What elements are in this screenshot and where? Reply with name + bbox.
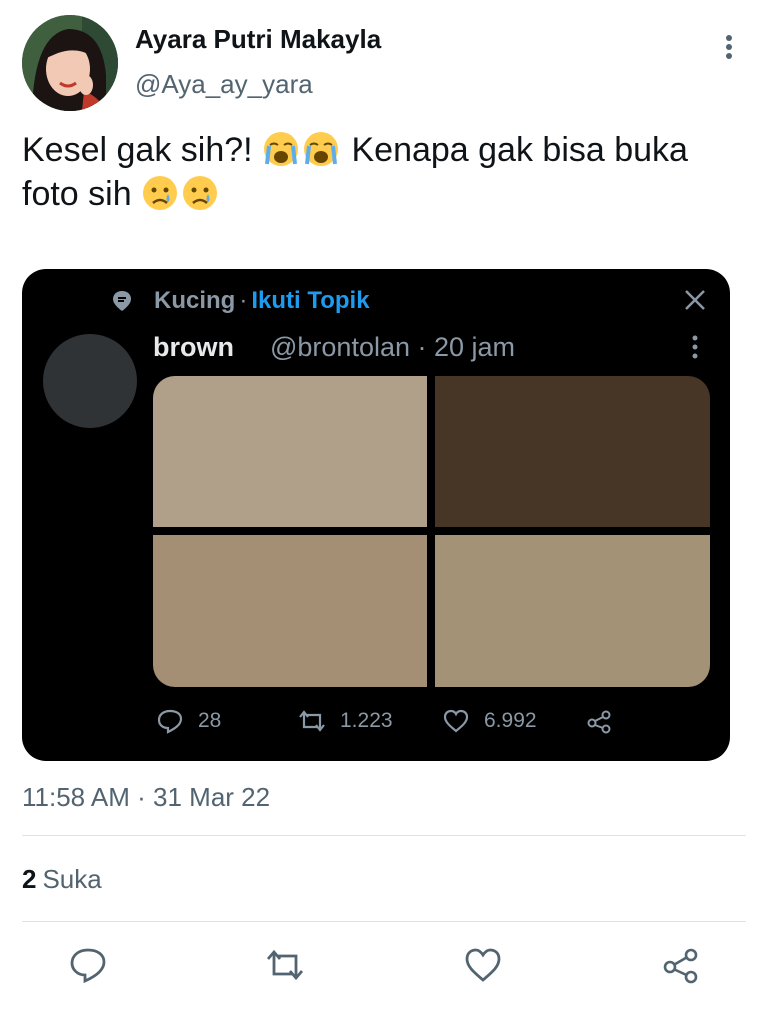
embedded-screenshot[interactable]: Kucing · Ikuti Topik brown @brontolan · … xyxy=(22,269,730,761)
likes-label: Suka xyxy=(42,864,102,894)
tweet-text-part: foto sih xyxy=(22,175,142,213)
reply-button[interactable] xyxy=(68,945,108,985)
photo-3[interactable] xyxy=(153,535,427,687)
like-icon xyxy=(465,948,501,982)
topic-row: Kucing · Ikuti Topik xyxy=(110,285,370,317)
tweet-action-bar xyxy=(0,945,769,989)
crying-face-icon xyxy=(141,174,179,212)
likes-stat[interactable]: 2 Suka xyxy=(22,864,102,895)
embed-author-avatar[interactable] xyxy=(43,334,137,428)
photo-grid xyxy=(153,376,710,687)
embed-like-count: 6.992 xyxy=(484,709,537,732)
reply-icon xyxy=(70,948,106,984)
embed-reply-button[interactable]: 28 xyxy=(156,706,221,736)
follow-topic-link[interactable]: Ikuti Topik xyxy=(251,287,369,315)
embed-author-name[interactable]: brown xyxy=(153,332,234,363)
divider xyxy=(22,835,746,836)
author-avatar[interactable] xyxy=(22,15,118,111)
crying-face-icon xyxy=(181,174,219,212)
retweet-button[interactable] xyxy=(265,945,305,985)
tweet-timestamp[interactable]: 11:58 AM · 31 Mar 22 xyxy=(22,782,270,813)
photo-2[interactable] xyxy=(435,376,710,527)
more-vertical-icon[interactable] xyxy=(685,333,705,361)
embed-author-meta: @brontolan · 20 jam xyxy=(270,331,516,362)
photo-1[interactable] xyxy=(153,376,427,527)
embed-share-button[interactable] xyxy=(586,706,614,736)
author-handle[interactable]: @Aya_ay_yara xyxy=(135,69,313,100)
share-button[interactable] xyxy=(661,945,701,985)
embed-retweet-button[interactable]: 1.223 xyxy=(298,706,393,736)
tweet-text-part: Kenapa gak bisa buka xyxy=(342,131,688,169)
divider xyxy=(22,921,746,922)
likes-count: 2 xyxy=(22,864,37,894)
retweet-icon xyxy=(299,710,325,732)
close-icon[interactable] xyxy=(682,287,708,313)
embed-retweet-count: 1.223 xyxy=(340,709,393,732)
loudly-crying-face-icon xyxy=(262,130,300,168)
tweet-text-part: Kesel gak sih?! xyxy=(22,131,263,169)
share-icon xyxy=(663,948,698,984)
author-display-name[interactable]: Ayara Putri Makayla xyxy=(135,24,381,55)
like-icon xyxy=(443,709,469,733)
embed-like-button[interactable]: 6.992 xyxy=(442,706,537,736)
embed-author-row: brown @brontolan · 20 jam xyxy=(153,329,515,365)
loudly-crying-face-icon xyxy=(302,130,340,168)
photo-4[interactable] xyxy=(435,535,710,687)
like-button[interactable] xyxy=(463,945,503,985)
retweet-icon xyxy=(266,949,304,981)
share-icon xyxy=(587,710,611,734)
topic-name[interactable]: Kucing xyxy=(154,287,235,315)
tweet-text: Kesel gak sih?! Kenapa gak bisa buka fot… xyxy=(22,128,752,216)
more-vertical-icon[interactable] xyxy=(717,32,741,62)
embed-reply-count: 28 xyxy=(198,709,222,732)
topic-icon xyxy=(110,289,134,313)
topic-separator: · xyxy=(239,287,248,314)
reply-icon xyxy=(157,709,183,734)
